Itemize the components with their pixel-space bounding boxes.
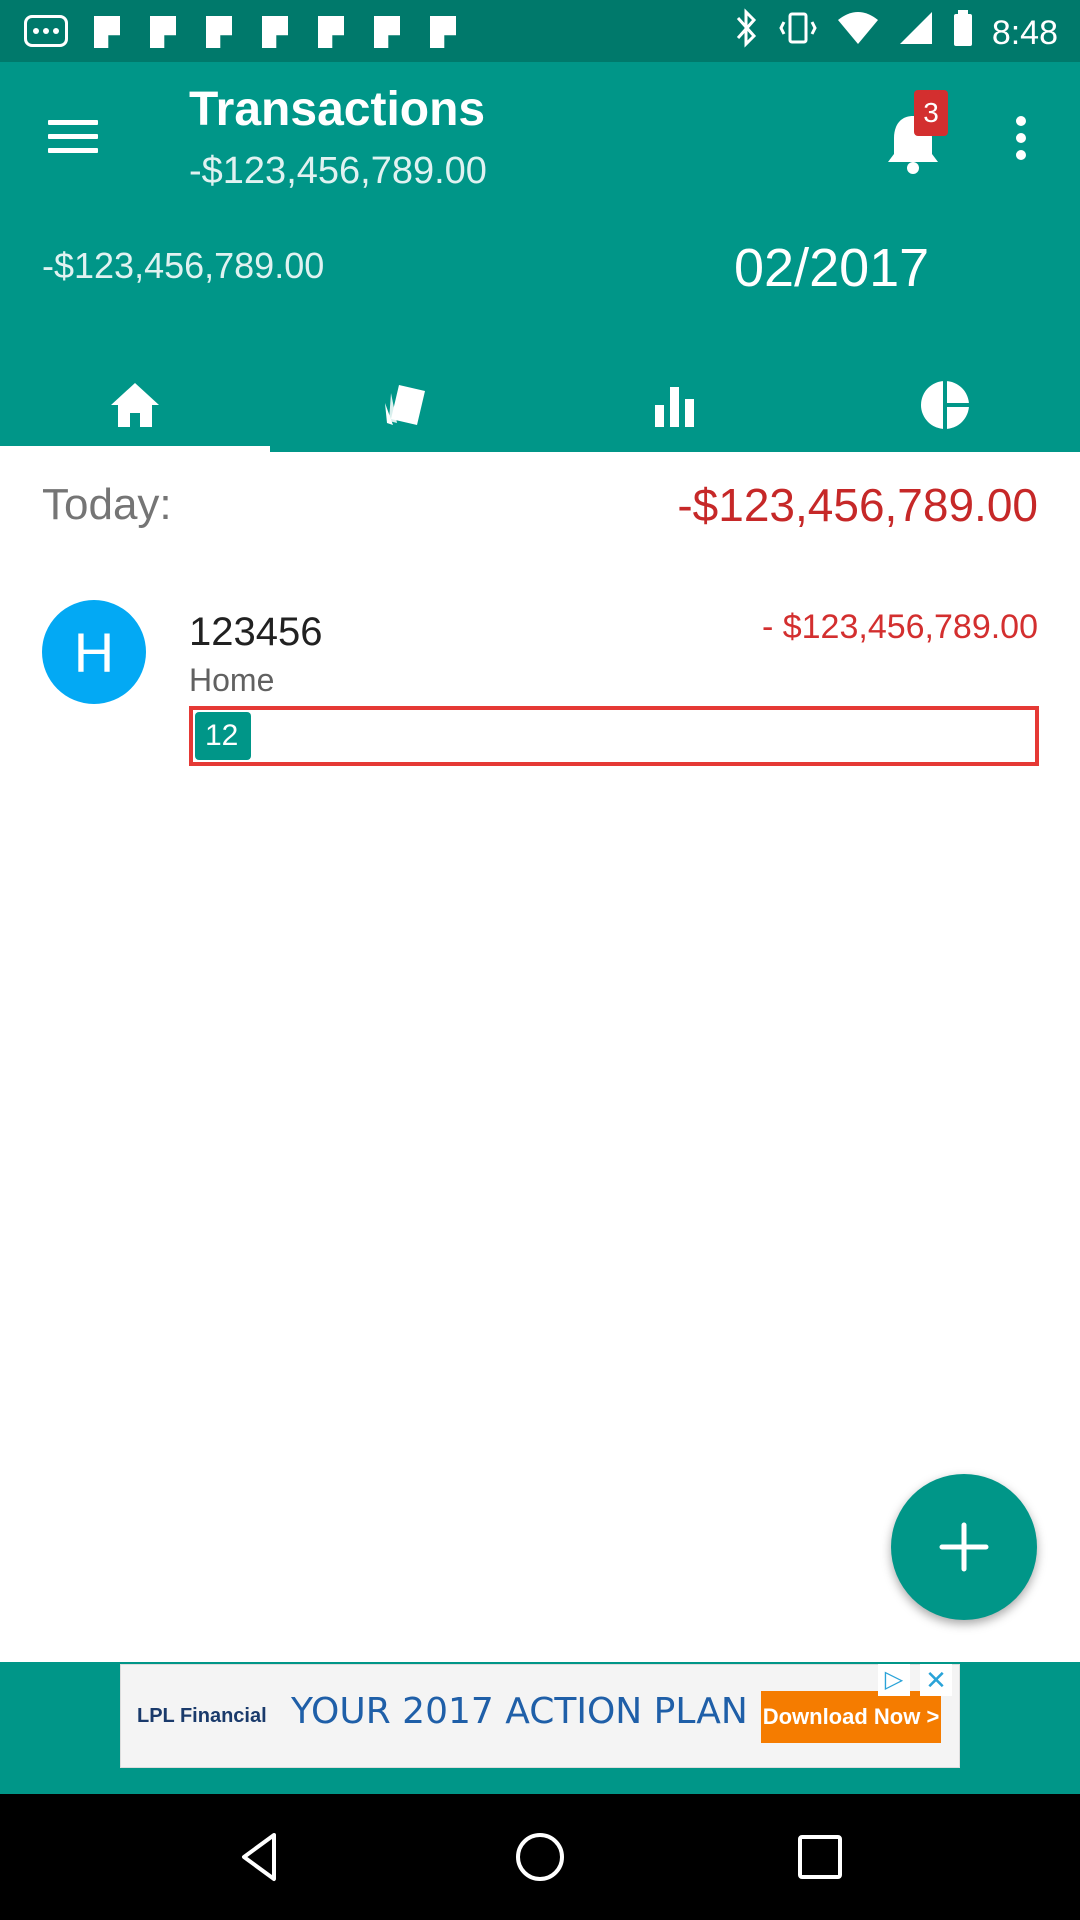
ad-close-icon[interactable]: ✕ — [920, 1664, 952, 1696]
transaction-category: Home — [189, 662, 275, 698]
transaction-title: 123456 — [189, 610, 323, 654]
add-transaction-button[interactable] — [891, 1474, 1037, 1620]
battery-icon — [952, 8, 974, 59]
notification-count-badge: 3 — [914, 90, 948, 136]
tab-budget[interactable] — [810, 358, 1080, 452]
app-notification-icon — [202, 12, 236, 50]
back-icon[interactable] — [230, 1827, 290, 1887]
transaction-tag-field[interactable]: 12 — [189, 706, 1039, 766]
vibrate-icon — [778, 8, 818, 59]
balance-amount: -$123,456,789.00 — [42, 245, 325, 286]
app-notification-icon — [370, 12, 404, 50]
overflow-menu-icon[interactable] — [1016, 116, 1028, 162]
today-amount: -$123,456,789.00 — [677, 479, 1038, 531]
transaction-amount: - $123,456,789.00 — [761, 608, 1038, 646]
plus-icon — [939, 1522, 989, 1572]
recents-icon[interactable] — [790, 1827, 850, 1887]
home-nav-icon[interactable] — [510, 1827, 570, 1887]
status-bar: 8:48 — [0, 0, 1080, 62]
menu-icon[interactable] — [48, 120, 98, 156]
transaction-row[interactable]: H 123456 - $123,456,789.00 Home 12 — [0, 590, 1080, 780]
cellular-signal-icon — [898, 8, 934, 59]
app-notification-icon — [314, 12, 348, 50]
system-navigation-bar — [0, 1794, 1080, 1920]
page-title: Transactions — [189, 83, 486, 136]
ad-info-icon[interactable]: ▷ — [878, 1664, 910, 1696]
period-selector[interactable]: 02/2017 — [734, 237, 929, 299]
more-dots-icon — [24, 15, 68, 47]
category-avatar: H — [42, 600, 146, 704]
tab-cards[interactable] — [270, 358, 540, 452]
app-notification-icon — [258, 12, 292, 50]
cards-icon — [385, 385, 425, 425]
bar-chart-icon — [655, 387, 694, 427]
bluetooth-icon — [734, 8, 760, 59]
pie-chart-icon — [921, 381, 969, 429]
app-notification-icon — [146, 12, 180, 50]
ad-brand-logo: LPL Financial — [137, 1705, 267, 1727]
status-time: 8:48 — [991, 14, 1058, 52]
transaction-tag[interactable]: 12 — [195, 712, 251, 760]
ad-area: LPL Financial YOUR 2017 ACTION PLAN IS R… — [0, 1662, 1080, 1794]
tab-statistics[interactable] — [540, 358, 810, 452]
page-subtitle: -$123,456,789.00 — [189, 150, 487, 192]
app-notification-icon — [90, 12, 124, 50]
ad-download-button[interactable]: Download Now > — [761, 1691, 941, 1743]
today-label: Today: — [42, 480, 172, 529]
tab-home[interactable] — [0, 358, 270, 452]
app-notification-icon — [426, 12, 460, 50]
wifi-icon — [836, 8, 880, 59]
tab-bar — [0, 358, 1080, 452]
ad-banner[interactable]: LPL Financial YOUR 2017 ACTION PLAN IS R… — [120, 1664, 960, 1768]
app-bar: Transactions -$123,456,789.00 3 -$123,45… — [0, 62, 1080, 452]
home-icon — [111, 383, 159, 427]
